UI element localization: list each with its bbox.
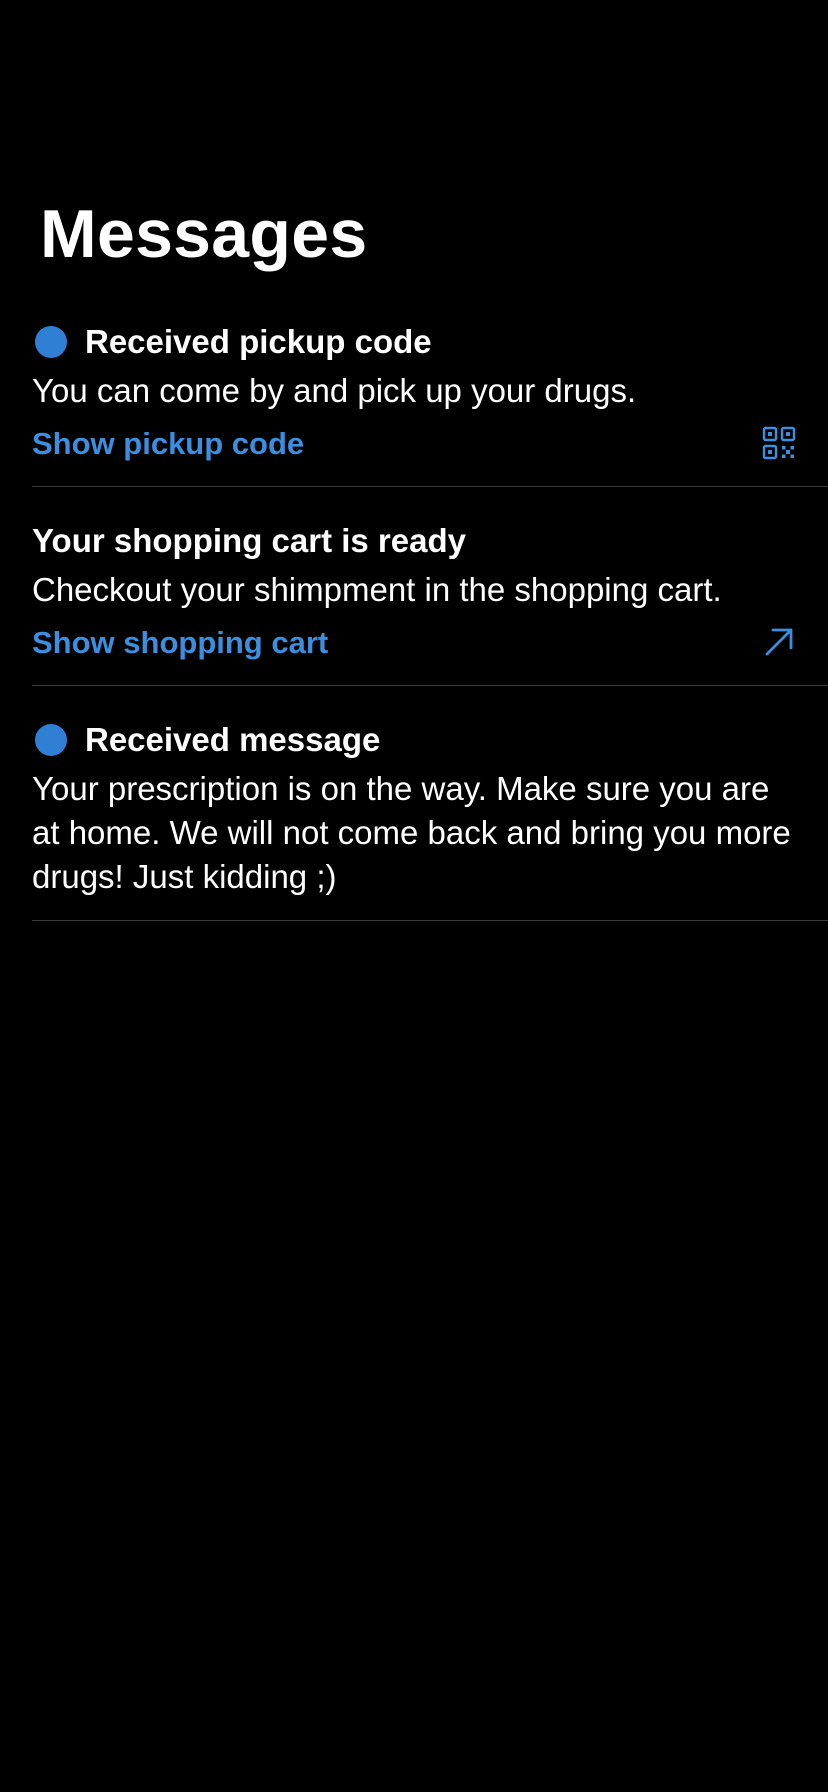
message-title: Received message [85,721,381,758]
message-title: Received pickup code [85,323,432,360]
message-item-shopping-cart[interactable]: Your shopping cart is ready Checkout you… [32,515,828,686]
show-shopping-cart-link[interactable]: Show shopping cart [32,623,328,663]
message-title: Your shopping cart is ready [32,522,466,559]
message-body: You can come by and pick up your drugs. [32,372,637,409]
show-pickup-code-link[interactable]: Show pickup code [32,424,304,464]
message-item-received-message[interactable]: Received message Your prescription is on… [32,714,828,921]
message-body: Your prescription is on the way. Make su… [32,770,791,895]
arrow-up-right-icon[interactable] [762,625,796,659]
unread-indicator [35,724,67,756]
message-body: Checkout your shimpment in the shopping … [32,571,722,608]
message-header: Received message [32,718,380,762]
qr-code-icon[interactable] [762,426,796,460]
message-header: Your shopping cart is ready [32,519,466,563]
message-item-pickup-code[interactable]: Received pickup code You can come by and… [32,316,828,487]
page-title: Messages [40,196,368,272]
message-header: Received pickup code [32,320,432,364]
unread-indicator [35,326,67,358]
